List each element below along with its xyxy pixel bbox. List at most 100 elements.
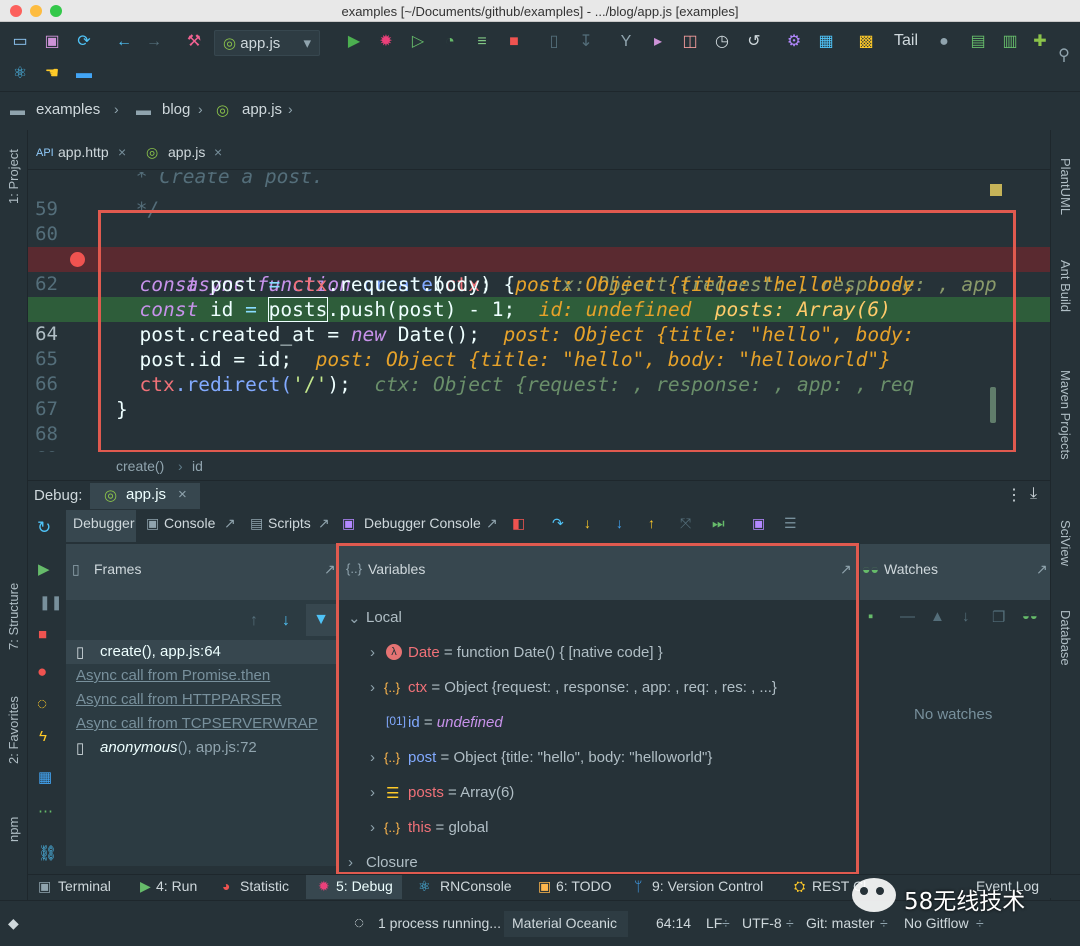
debug-bug-icon[interactable]: ✹ [376, 32, 396, 52]
tab-run[interactable]: 4: Run [156, 878, 197, 894]
lightning-icon[interactable]: ϟ [39, 728, 47, 745]
tool-ant-build[interactable]: Ant Build [1058, 260, 1073, 312]
rerun-icon[interactable]: ↻ [37, 518, 51, 538]
breadcrumb-examples[interactable]: examples [36, 101, 100, 118]
breakpoint-icon[interactable] [70, 252, 85, 267]
run-to-cursor-icon[interactable]: ⏭ [712, 515, 725, 532]
more-dots-icon[interactable]: ⋯ [38, 802, 53, 820]
step-into-icon[interactable]: ↓ [584, 515, 591, 531]
frame-async-item[interactable]: Async call from TCPSERVERWRAP [76, 715, 318, 732]
filter-icon[interactable]: ▼ [306, 604, 336, 636]
debug-session-tab[interactable]: ◎ app.js × [90, 483, 200, 509]
pin-arrow-icon[interactable]: ↗ [224, 515, 236, 532]
frame-async-item[interactable]: Async call from Promise.then [76, 667, 270, 684]
gitflow-status[interactable]: No Gitflow [904, 915, 969, 931]
glasses-icon[interactable]: ◒◒ [1022, 608, 1038, 623]
view-breakpoints-icon[interactable]: ● [37, 662, 47, 682]
save-icon[interactable]: ▣ [42, 32, 62, 52]
build-hammer-icon[interactable]: ⚒ [184, 32, 204, 52]
tab-terminal[interactable]: Terminal [58, 878, 111, 894]
run-with-coverage-icon[interactable]: ▷ [408, 32, 428, 52]
record-icon[interactable]: ● [934, 32, 954, 52]
code-breadcrumb-variable[interactable]: id [192, 458, 203, 474]
react-atom-icon[interactable]: ⚛ [10, 64, 30, 84]
tab-rnconsole[interactable]: RNConsole [440, 878, 512, 894]
more-options-icon[interactable]: ⋮ [1006, 485, 1022, 505]
tool-favorites[interactable]: 2: Favorites [6, 696, 21, 764]
tool-npm[interactable]: npm [6, 817, 21, 842]
editor-tab-app-http[interactable]: app.http [58, 144, 109, 160]
tab-console[interactable]: Console [164, 515, 215, 531]
code-breadcrumb-function[interactable]: create() [116, 458, 164, 474]
process-status[interactable]: 1 process running... [378, 915, 501, 931]
tool-plantuml[interactable]: PlantUML [1058, 158, 1073, 215]
step-out-icon[interactable]: ↑ [648, 515, 655, 531]
tool-project[interactable]: 1: Project [6, 149, 21, 204]
plugin-puzzle-icon[interactable]: ✚ [1030, 32, 1050, 52]
editor-tab-app-js[interactable]: app.js [168, 144, 205, 160]
tool-structure[interactable]: 7: Structure [6, 583, 21, 650]
breadcrumb-blog[interactable]: blog [162, 101, 190, 118]
close-tab-icon[interactable]: × [178, 486, 187, 503]
push-icon[interactable]: ▸ [648, 32, 668, 52]
tool-database[interactable]: Database [1058, 610, 1073, 666]
sync-icon[interactable]: ⟳ [74, 32, 94, 52]
history-icon[interactable]: ◷ [712, 32, 732, 52]
show-execution-point-icon[interactable]: ◧ [512, 515, 525, 532]
drop-frame-icon[interactable]: ⤧ [680, 515, 691, 532]
step-over-icon[interactable]: ↷ [552, 515, 564, 532]
vcs-update-icon[interactable]: ▯ [544, 32, 564, 52]
tool-maven-projects[interactable]: Maven Projects [1058, 370, 1073, 460]
tab-debug[interactable]: 5: Debug [336, 878, 393, 894]
pin-arrow-icon[interactable]: ↗ [1036, 561, 1048, 578]
theme-indicator[interactable]: Material Oceanic [512, 915, 617, 931]
forward-arrow-icon[interactable]: → [144, 32, 164, 52]
frame-item[interactable]: anonymous(), app.js:72 [100, 739, 257, 756]
run-icon[interactable]: ▶ [344, 32, 364, 52]
vcs-branch-icon[interactable]: Y [616, 32, 636, 52]
revert-icon[interactable]: ↺ [744, 32, 764, 52]
evaluate-expression-icon[interactable]: ▣ [752, 515, 765, 532]
tool-sciview[interactable]: SciView [1058, 520, 1073, 566]
tab-scripts[interactable]: Scripts [268, 515, 311, 531]
add-watch-icon[interactable]: ▪ [868, 608, 873, 625]
stop-icon[interactable]: ■ [504, 32, 524, 52]
tail-button[interactable]: Tail [894, 32, 918, 50]
tab-version-control[interactable]: 9: Version Control [652, 878, 763, 894]
remove-watch-icon[interactable]: — [900, 608, 915, 625]
up-arrow-icon[interactable]: ↑ [250, 612, 258, 630]
pin-arrow-icon[interactable]: ↗ [324, 561, 336, 578]
vcs-commit-icon[interactable]: ↧ [576, 32, 596, 52]
line-separator[interactable]: LF [706, 915, 722, 931]
link-icon[interactable]: ⛓ [38, 844, 57, 862]
hand-pointer-icon[interactable]: ☚ [42, 64, 62, 84]
pause-icon[interactable]: ❚❚ [39, 594, 62, 611]
run-list-icon[interactable]: ≡ [472, 32, 492, 52]
layout-icon[interactable]: ▦ [38, 768, 52, 786]
down-arrow-icon[interactable]: ↓ [282, 612, 290, 630]
frame-async-item[interactable]: Async call from HTTPPARSER [76, 691, 282, 708]
frame-item[interactable]: create(), app.js:64 [100, 643, 221, 660]
settings-gear-icon[interactable]: ⚙ [784, 32, 804, 52]
tool-windows-icon[interactable]: ◆ [8, 915, 19, 932]
open-folder-icon[interactable]: ▭ [10, 32, 30, 52]
compare-icon[interactable]: ◫ [680, 32, 700, 52]
mute-breakpoints-icon[interactable]: ◌ [37, 694, 47, 714]
force-step-into-icon[interactable]: ↓ [616, 515, 623, 531]
copy-icon[interactable]: ❐ [992, 608, 1005, 626]
inspection-status-icon[interactable] [990, 184, 1002, 196]
folder-icon[interactable]: ▬ [74, 64, 94, 84]
git-branch[interactable]: Git: master [806, 915, 874, 931]
search-icon[interactable]: ⚲ [1054, 46, 1074, 66]
pin-arrow-icon[interactable]: ↗ [318, 515, 330, 532]
tab-debugger-console[interactable]: Debugger Console [364, 515, 481, 531]
device-icon[interactable]: ▥ [1000, 32, 1020, 52]
breadcrumb-app-js[interactable]: app.js [242, 101, 282, 118]
profile-icon[interactable]: ◔ [440, 32, 460, 52]
down-arrow-icon[interactable]: ↓ [962, 608, 970, 625]
pin-arrow-icon[interactable]: ↗ [486, 515, 498, 532]
resume-icon[interactable]: ▶ [38, 560, 50, 578]
stop-icon[interactable]: ■ [38, 626, 47, 643]
back-arrow-icon[interactable]: ← [114, 32, 134, 52]
project-structure-icon[interactable]: ▦ [816, 32, 836, 52]
